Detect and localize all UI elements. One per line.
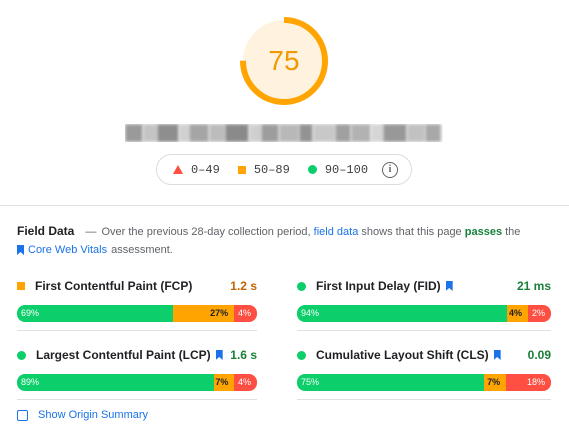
- metric-name: First Contentful Paint (FCP): [35, 279, 193, 293]
- metric-fcp: First Contentful Paint (FCP) 1.2 s 69% 2…: [17, 278, 257, 331]
- bar-segment-poor: 4%: [234, 305, 257, 322]
- field-data-after-text: the: [505, 226, 521, 238]
- metric-divider: [17, 330, 257, 331]
- legend-label-good: 90–100: [324, 162, 369, 177]
- score-legend: 0–49 50–89 90–100 i: [156, 154, 412, 185]
- bar-segment-good: 69%: [17, 305, 173, 322]
- origin-summary-label: Show Origin Summary: [38, 409, 149, 421]
- green-circle-icon: [297, 350, 306, 360]
- blurred-page-url: [125, 124, 443, 142]
- bar-segment-average: 7%: [214, 374, 235, 391]
- orange-square-icon: [17, 282, 25, 290]
- assessment-text: assessment.: [111, 244, 173, 256]
- green-circle-icon: [307, 165, 317, 174]
- core-web-vital-bookmark-icon: [445, 281, 453, 291]
- metric-divider: [17, 399, 257, 400]
- core-web-vital-bookmark-icon: [493, 350, 501, 360]
- legend-item-good: 90–100: [307, 162, 369, 177]
- bar-segment-average: 27%: [172, 305, 235, 322]
- field-data-title: Field Data: [17, 224, 75, 238]
- metric-value: 21 ms: [516, 279, 551, 293]
- info-icon[interactable]: i: [382, 161, 399, 178]
- bar-segment-poor: 2%: [527, 305, 551, 322]
- legend-label-poor: 0–49: [191, 162, 220, 177]
- bar-segment-poor: 18%: [506, 374, 551, 391]
- section-divider: [0, 205, 569, 206]
- bar-segment-good: 75%: [297, 374, 484, 391]
- field-data-header: Field Data — Over the previous 28-day co…: [17, 224, 557, 240]
- green-circle-icon: [17, 350, 26, 360]
- orange-square-icon: [237, 165, 246, 174]
- distribution-bar[interactable]: 75% 7% 18%: [297, 374, 551, 391]
- metric-value: 1.2 s: [230, 279, 257, 293]
- metric-divider: [297, 399, 551, 400]
- metric-value: 0.09: [527, 348, 551, 362]
- bar-segment-good: 94%: [297, 305, 508, 322]
- bar-segment-poor: 4%: [234, 374, 257, 391]
- field-data-middle-text: shows that this page: [361, 226, 462, 238]
- distribution-bar[interactable]: 94% 4% 2%: [297, 305, 551, 322]
- metric-cls: Cumulative Layout Shift (CLS) 0.09 75% 7…: [297, 347, 551, 400]
- metric-name: First Input Delay (FID): [316, 279, 441, 293]
- legend-item-poor: 0–49: [173, 163, 220, 177]
- metric-name: Largest Contentful Paint (LCP): [36, 348, 211, 362]
- legend-item-average: 50–89: [237, 162, 290, 177]
- legend-label-average: 50–89: [253, 162, 290, 177]
- show-origin-summary[interactable]: Show Origin Summary: [17, 409, 148, 421]
- bookmark-icon: [17, 245, 24, 255]
- performance-score-gauge: 75: [239, 16, 329, 106]
- metric-name: Cumulative Layout Shift (CLS): [316, 348, 489, 362]
- metric-lcp: Largest Contentful Paint (LCP) 1.6 s 89%…: [17, 347, 257, 400]
- origin-summary-checkbox[interactable]: [17, 409, 28, 421]
- bar-segment-good: 89%: [17, 374, 215, 391]
- distribution-bar[interactable]: 69% 27% 4%: [17, 305, 257, 322]
- green-circle-icon: [297, 281, 306, 291]
- performance-score: 75: [268, 45, 300, 76]
- field-data-dash: —: [85, 226, 97, 238]
- passes-text: passes: [464, 226, 503, 238]
- red-triangle-icon: [173, 165, 183, 174]
- bar-segment-average: 7%: [483, 374, 507, 391]
- field-data-description: Over the previous 28-day collection peri…: [101, 226, 311, 238]
- bar-segment-average: 4%: [507, 305, 528, 322]
- field-data-link[interactable]: field data: [314, 226, 359, 238]
- cwv-line: Core Web Vitals assessment.: [17, 244, 173, 256]
- metric-fid: First Input Delay (FID) 21 ms 94% 4% 2%: [297, 278, 551, 331]
- core-web-vital-bookmark-icon: [215, 350, 223, 360]
- metric-divider: [297, 330, 551, 331]
- metric-value: 1.6 s: [230, 348, 257, 362]
- distribution-bar[interactable]: 89% 7% 4%: [17, 374, 257, 391]
- core-web-vitals-link[interactable]: Core Web Vitals: [28, 244, 107, 256]
